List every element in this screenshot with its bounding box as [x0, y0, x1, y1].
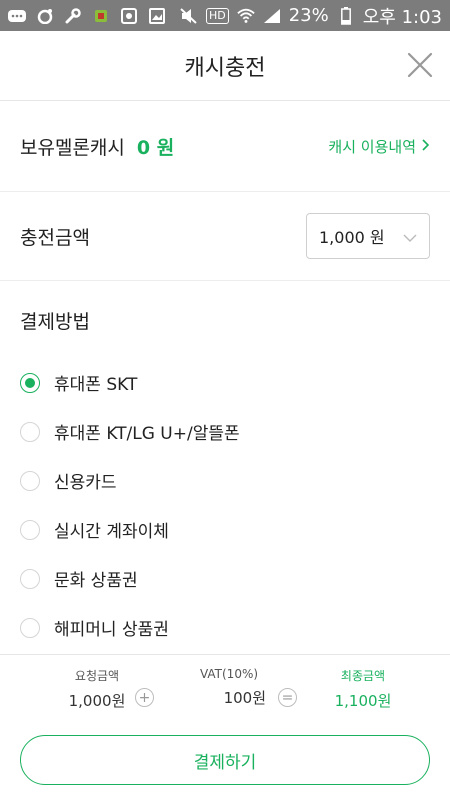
mute-icon: [180, 7, 198, 24]
camera-ring-icon: [36, 8, 54, 24]
payment-option-culture-voucher[interactable]: 문화 상품권: [20, 554, 430, 603]
final-amount-value: 1,100원: [334, 692, 392, 710]
vat-amount-value: 100원: [223, 689, 266, 707]
wrench-icon: [64, 7, 82, 24]
payment-option-happymoney-voucher[interactable]: 해피머니 상품권: [20, 603, 430, 652]
payment-option-label: 휴대폰 KT/LG U+/알뜰폰: [54, 424, 240, 444]
radio-button[interactable]: [20, 617, 40, 638]
payment-option-label: 휴대폰 SKT: [54, 375, 138, 395]
cash-balance-row: 보유멜론캐시 0 원 캐시 이용내역: [0, 101, 450, 192]
radio-button[interactable]: [20, 421, 40, 442]
cash-balance-label: 보유멜론캐시: [20, 136, 125, 159]
final-amount: 최종금액 1,100원: [318, 667, 408, 711]
status-bar: HD 23% 오후 1:03: [0, 0, 450, 31]
status-bar-notifications: [8, 7, 166, 24]
chat-icon: [8, 8, 26, 24]
pay-button[interactable]: 결제하기: [20, 735, 430, 785]
page-title: 캐시충전: [184, 55, 266, 81]
chevron-down-icon: [403, 227, 417, 246]
radio-button[interactable]: [20, 519, 40, 540]
radio-button[interactable]: [20, 372, 40, 393]
plus-icon: +: [135, 688, 154, 707]
hd-voice-icon: HD: [205, 7, 229, 24]
charge-amount-select[interactable]: 1,000 원: [306, 213, 430, 259]
request-amount: 요청금액 1,000원: [52, 667, 142, 711]
cash-history-label: 캐시 이용내역: [328, 137, 416, 156]
payment-method-section: 결제방법 휴대폰 SKT 휴대폰 KT/LG U+/알뜰폰 신용카드 실시간 계…: [0, 281, 450, 652]
image-icon: [148, 7, 166, 24]
close-icon[interactable]: [406, 51, 434, 79]
vat-amount-label: VAT(10%): [199, 667, 259, 681]
android-icon: [92, 8, 110, 24]
radio-button[interactable]: [20, 568, 40, 589]
payment-method-list: 휴대폰 SKT 휴대폰 KT/LG U+/알뜰폰 신용카드 실시간 계좌이체 문…: [20, 358, 430, 652]
request-amount-label: 요청금액: [74, 669, 120, 683]
payment-option-kt-lg[interactable]: 휴대폰 KT/LG U+/알뜰폰: [20, 407, 430, 456]
payment-option-label: 실시간 계좌이체: [54, 522, 169, 542]
battery-percent: 23%: [288, 5, 329, 26]
charge-amount-value: 1,000 원: [319, 228, 385, 247]
payment-option-label: 문화 상품권: [54, 571, 138, 591]
final-amount-label: 최종금액: [340, 669, 386, 683]
vat-amount: VAT(10%) 100원: [184, 667, 274, 708]
signal-icon: [263, 8, 281, 24]
payment-option-label: 신용카드: [54, 473, 117, 493]
chevron-right-icon: [422, 137, 430, 155]
cash-balance-value: 0 원: [136, 136, 175, 159]
amount-summary: 요청금액 1,000원 + VAT(10%) 100원 = 최종금액 1,100…: [0, 654, 450, 722]
clock: 오후 1:03: [362, 6, 442, 28]
cash-history-link[interactable]: 캐시 이용내역: [328, 136, 430, 157]
battery-icon: [337, 6, 355, 25]
payment-option-bank-transfer[interactable]: 실시간 계좌이체: [20, 505, 430, 554]
charge-amount-label: 충전금액: [20, 226, 90, 249]
header: 캐시충전: [0, 31, 450, 101]
request-amount-value: 1,000원: [68, 692, 126, 710]
payment-option-credit-card[interactable]: 신용카드: [20, 456, 430, 505]
charge-amount-row: 충전금액 1,000 원: [0, 192, 450, 281]
status-bar-system: HD 23% 오후 1:03: [180, 3, 442, 29]
equals-icon: =: [278, 688, 297, 707]
radio-button[interactable]: [20, 470, 40, 491]
wifi-icon: [237, 8, 255, 24]
photo-icon: [120, 7, 138, 24]
payment-method-title: 결제방법: [20, 311, 90, 333]
payment-option-label: 해피머니 상품권: [54, 620, 169, 640]
payment-option-skt[interactable]: 휴대폰 SKT: [20, 358, 430, 407]
